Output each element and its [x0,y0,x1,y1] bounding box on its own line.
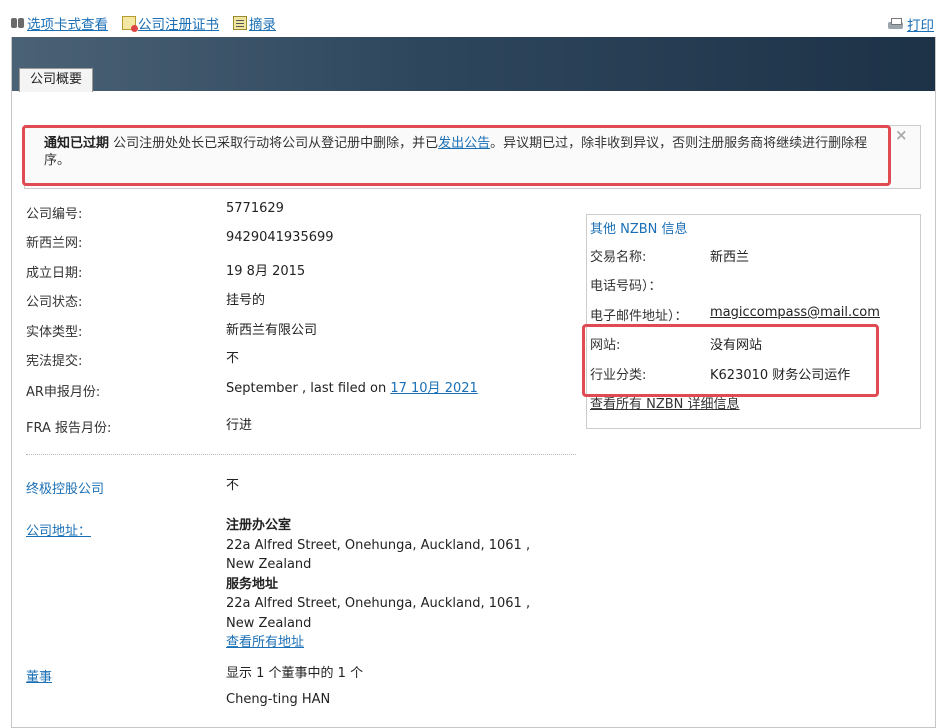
nzbn-value: 9429041935699 [226,230,334,245]
close-icon[interactable]: × [895,126,908,144]
incorporation-value: 19 8月 2015 [226,264,306,279]
director-name: Cheng-ting HAN [226,692,331,707]
notice-body: 公司注册处处长已采取行动将公司从登记册中删除，并已 [109,136,439,151]
email-label: 电子邮件地址）： [590,309,688,324]
status-label: 公司状态: [26,295,83,310]
tab-view-link[interactable]: 选项卡式查看 [10,13,108,33]
nzbn-box-title: 其他 NZBN 信息 [590,222,688,237]
address-block: 注册办公室 22a Alfred Street, Onehunga, Auckl… [226,516,530,653]
top-link-bar: 选项卡式查看 公司注册证书 摘录 [10,13,276,33]
fra-label: FRA 报告月份: [26,421,112,436]
service-address-title: 服务地址 [226,576,279,592]
tab-company-summary[interactable]: 公司概要 [19,68,93,92]
incorporation-label: 成立日期: [26,266,83,281]
registered-address-line1: 22a Alfred Street, Onehunga, Auckland, 1… [226,537,531,553]
phone-label: 电话号码）： [590,279,662,294]
ultimate-holding-link[interactable]: 终极控股公司 [26,478,104,497]
certificate-label: 公司注册证书 [138,17,219,33]
company-number-value: 5771629 [226,201,284,216]
service-address-line1: 22a Alfred Street, Onehunga, Auckland, 1… [226,596,531,611]
industry-value: K623010 财务公司运作 [710,368,851,383]
registered-address-line2: New Zealand [226,557,312,572]
company-address-link[interactable]: 公司地址： [26,520,91,539]
view-all-nzbn-link[interactable]: 查看所有 NZBN 详细信息 [590,393,740,412]
service-address-line2: New Zealand [226,615,312,631]
website-label: 网站: [590,338,621,353]
section-divider [26,454,576,455]
main-panel: 公司概要 通知已过期 公司注册处处长已采取行动将公司从登记册中删除，并已发出公告… [11,37,936,728]
panel-header: 公司概要 [12,37,935,92]
notice-title: 通知已过期 [44,136,110,151]
directors-count: 显示 1 个董事中的 1 个 [226,666,364,681]
view-all-addresses-link[interactable]: 查看所有地址 [226,633,530,653]
ar-month-value: September , last filed on 17 10月 2021 [226,377,478,396]
public-notice-link[interactable]: 发出公告 [438,136,490,151]
ultimate-holding-value: 不 [226,478,240,493]
notice-text: 通知已过期 公司注册处处长已采取行动将公司从登记册中删除，并已发出公告。异议期已… [44,135,876,169]
tab-view-label: 选项卡式查看 [27,17,108,33]
entity-type-label: 实体类型: [26,325,83,340]
document-icon [233,16,247,30]
print-label: 打印 [907,18,934,34]
industry-label: 行业分类: [590,368,647,383]
summary-label: 摘录 [249,17,276,33]
printer-icon [888,17,904,31]
email-link[interactable]: magiccompass@mail.com [710,305,880,320]
constitution-value: 不 [226,351,240,366]
trading-name-label: 交易名称: [590,250,647,265]
company-number-label: 公司编号: [26,207,83,222]
ar-last-filed-link[interactable]: 17 10月 2021 [390,381,477,396]
summary-link[interactable]: 摘录 [233,13,276,33]
ar-month-label: AR申报月份: [26,385,101,400]
trading-name-value: 新西兰 [710,250,750,265]
certificate-link[interactable]: 公司注册证书 [122,13,219,33]
fra-value: 行进 [226,418,253,433]
registered-office-title: 注册办公室 [226,518,292,533]
website-value: 没有网站 [710,338,763,353]
print-link[interactable]: 打印 [888,14,934,34]
constitution-label: 宪法提交: [26,354,83,369]
nzbn-label: 新西兰网: [26,236,83,251]
directors-link[interactable]: 董事 [26,666,52,685]
ar-month-text: September , last filed on [226,381,391,396]
certificate-icon [122,16,138,32]
entity-type-value: 新西兰有限公司 [226,323,318,338]
status-value: 挂号的 [226,293,266,308]
binoculars-icon [10,16,25,30]
